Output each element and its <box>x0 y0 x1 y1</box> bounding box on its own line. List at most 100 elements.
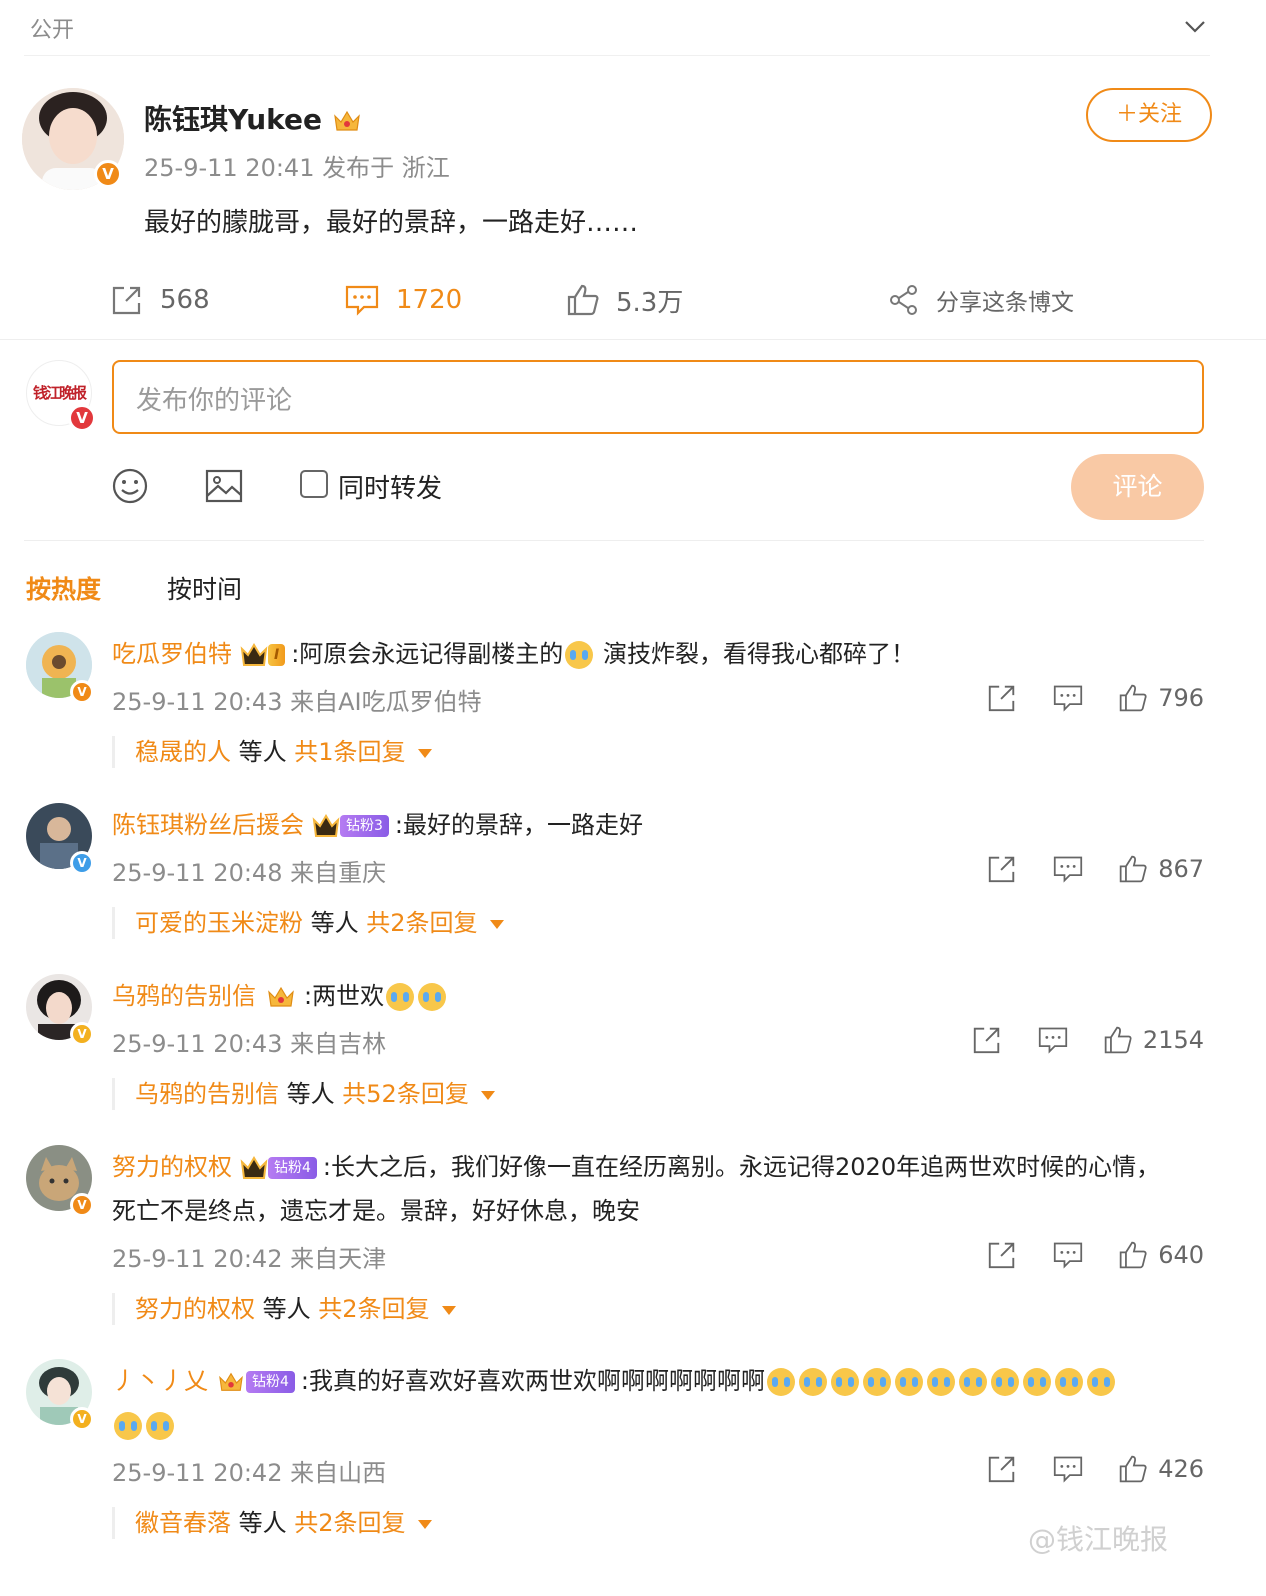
reply-user[interactable]: 徽音春落 <box>135 1509 231 1537</box>
repost-checkbox[interactable] <box>300 470 328 498</box>
fan-badge: 钻粉3 <box>312 813 389 839</box>
thumbs-up-icon[interactable] <box>1103 1025 1133 1055</box>
repost-count: 568 <box>160 285 210 315</box>
reply-mid: 等人 <box>286 1080 335 1108</box>
reply-icon[interactable] <box>1037 1025 1069 1055</box>
repost-icon[interactable] <box>986 1239 1018 1271</box>
repost-icon[interactable] <box>971 1024 1003 1056</box>
reply-user[interactable]: 可爱的玉米淀粉 <box>135 909 303 937</box>
crying-emoji-icon <box>1055 1368 1084 1396</box>
repost-icon[interactable] <box>986 1453 1018 1485</box>
repost-button[interactable]: 568 <box>110 282 210 318</box>
emoji-icon[interactable] <box>110 466 150 506</box>
reply-mid: 等人 <box>238 1509 287 1537</box>
author-name-text: 陈钰琪Yukee <box>144 103 323 136</box>
crown-icon <box>312 814 340 837</box>
reply-user[interactable]: 努力的权权 <box>135 1295 255 1323</box>
comment-actions: 640 <box>952 1239 1204 1271</box>
image-icon[interactable] <box>204 466 244 506</box>
author-name[interactable]: 陈钰琪Yukee <box>144 98 362 138</box>
reply-count[interactable]: 共2条回复 <box>366 909 477 937</box>
follow-button[interactable]: ＋关注 <box>1086 88 1212 142</box>
reply-count[interactable]: 共2条回复 <box>318 1295 429 1323</box>
comment-body: 吃瓜罗伯特 I:阿原会永远记得副楼主的 演技炸裂，看得我心都碎了！ <box>112 632 1212 676</box>
verified-badge-icon: V <box>70 1407 94 1431</box>
reply-user[interactable]: 乌鸦的告别信 <box>135 1080 279 1108</box>
comment-item: V 乌鸦的告别信:两世欢 25-9-11 20:43 来自吉林 2154 乌鸦的… <box>0 974 1266 1124</box>
reply-summary[interactable]: 努力的权权 等人 共2条回复 <box>112 1293 456 1325</box>
thumbs-up-icon[interactable] <box>1118 1240 1148 1270</box>
verified-badge-icon: V <box>70 680 94 704</box>
verified-badge-icon: V <box>68 404 96 432</box>
comment-time: 25-9-11 20:43 来自AI吃瓜罗伯特 <box>112 688 482 716</box>
crown-icon <box>219 1372 243 1391</box>
reply-count[interactable]: 共2条回复 <box>294 1509 405 1537</box>
commenter-name[interactable]: 努力的权权 <box>112 1153 232 1181</box>
crying-emoji-icon <box>767 1368 796 1396</box>
like-button[interactable]: 5.3万 <box>566 282 683 318</box>
submit-comment-button[interactable]: 评论 <box>1071 454 1204 520</box>
verified-badge-icon: V <box>70 1022 94 1046</box>
crying-emoji-icon <box>386 983 415 1011</box>
thumbs-up-icon[interactable] <box>1118 854 1148 884</box>
thumbs-up-icon[interactable] <box>1118 1454 1148 1484</box>
comment-input[interactable]: 发布你的评论 <box>112 360 1204 434</box>
thumbs-up-icon <box>567 284 599 316</box>
share-button[interactable]: 分享这条博文 <box>888 282 1074 318</box>
reply-summary[interactable]: 徽音春落 等人 共2条回复 <box>112 1507 432 1539</box>
reply-summary[interactable]: 稳晟的人 等人 共1条回复 <box>112 736 432 768</box>
verified-badge-icon: V <box>70 1193 94 1217</box>
reply-count[interactable]: 共52条回复 <box>342 1080 469 1108</box>
comment-like-count: 426 <box>1158 1455 1204 1483</box>
visibility-bar: 公开 <box>24 0 1210 56</box>
thumbs-up-icon[interactable] <box>1118 683 1148 713</box>
reply-summary[interactable]: 可爱的玉米淀粉 等人 共2条回复 <box>112 907 504 939</box>
reply-summary[interactable]: 乌鸦的告别信 等人 共52条回复 <box>112 1078 495 1110</box>
verified-badge-icon: V <box>70 851 94 875</box>
fan-badge-label: 钻粉4 <box>268 1157 317 1179</box>
crying-emoji-icon <box>959 1368 988 1396</box>
commenter-name[interactable]: 陈钰琪粉丝后援会 <box>112 811 304 839</box>
reply-mid: 等人 <box>262 1295 311 1323</box>
fan-badge-label: 钻粉3 <box>340 815 389 837</box>
fan-badge: 钻粉4 <box>240 1155 317 1181</box>
verified-badge-icon: V <box>94 160 122 188</box>
crying-emoji-icon <box>565 641 594 669</box>
reply-icon[interactable] <box>1052 1454 1084 1484</box>
comment-text: :长大之后，我们好像一直在经历离别。永远记得2020年追两世欢时候的心情， <box>322 1153 1161 1181</box>
comment-like-count: 640 <box>1158 1241 1204 1269</box>
fan-badge-label: 钻粉4 <box>246 1371 295 1393</box>
commenter-name[interactable]: 丿丶丿乂 <box>112 1367 208 1395</box>
reply-icon[interactable] <box>1052 854 1084 884</box>
crying-emoji-icon <box>863 1368 892 1396</box>
share-label: 分享这条博文 <box>936 290 1074 316</box>
reply-icon[interactable] <box>1052 683 1084 713</box>
share-icon <box>890 285 917 315</box>
post-header: V 陈钰琪Yukee 25-9-11 20:41 发布于 浙江 最好的朦胧哥，最… <box>22 88 1212 268</box>
comment-text: :阿原会永远记得副楼主的 <box>291 640 564 668</box>
crying-emoji-icon <box>114 1412 142 1440</box>
reply-count[interactable]: 共1条回复 <box>294 738 405 766</box>
crown-icon <box>240 1156 268 1179</box>
caret-down-icon <box>489 919 504 929</box>
tab-sort-hot[interactable]: 按热度 <box>26 575 101 604</box>
comment-button[interactable]: 1720 <box>344 282 462 318</box>
tab-sort-time[interactable]: 按时间 <box>167 575 242 604</box>
comment-text: :最好的景辞，一路走好 <box>394 811 644 839</box>
comment-body: 陈钰琪粉丝后援会 钻粉3:最好的景辞，一路走好 <box>112 803 1212 847</box>
caret-down-icon <box>441 1305 456 1315</box>
crying-emoji-icon <box>831 1368 860 1396</box>
repost-icon[interactable] <box>986 853 1018 885</box>
chevron-down-icon[interactable] <box>1180 12 1210 42</box>
commenter-name[interactable]: 乌鸦的告别信 <box>112 982 256 1010</box>
commenter-name[interactable]: 吃瓜罗伯特 <box>112 640 232 668</box>
repost-icon[interactable] <box>986 682 1018 714</box>
comment-text-after: 演技炸裂，看得我心都碎了！ <box>595 640 915 668</box>
post-text: 最好的朦胧哥，最好的景辞，一路走好…… <box>144 208 639 238</box>
comment-time: 25-9-11 20:42 来自天津 <box>112 1245 387 1273</box>
comment-text-line2: 死亡不是终点，遗忘才是。景辞，好好休息，晚安 <box>112 1197 640 1225</box>
reply-icon[interactable] <box>1052 1240 1084 1270</box>
reply-user[interactable]: 稳晟的人 <box>135 738 231 766</box>
divider <box>24 540 1204 541</box>
comment-actions: 796 <box>952 682 1204 714</box>
